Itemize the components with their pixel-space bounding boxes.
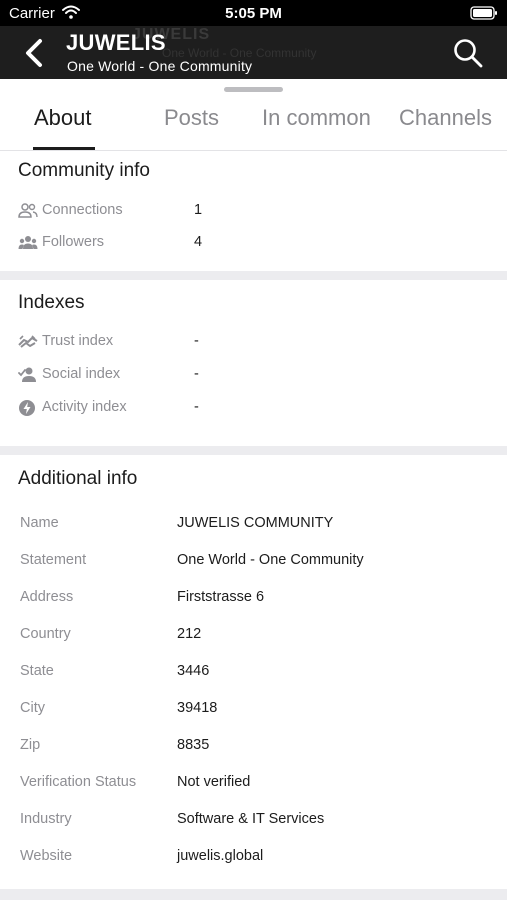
stat-row-trust-index: Trust index -	[18, 331, 318, 355]
tab-channels[interactable]: Channels	[399, 105, 492, 131]
index-value: -	[194, 366, 199, 382]
info-label: Industry	[20, 811, 72, 827]
stat-row-followers: Followers 4	[18, 232, 318, 256]
tab-in-common[interactable]: In common	[262, 105, 371, 131]
page-subtitle: One World - One Community	[67, 58, 253, 74]
info-value: Not verified	[177, 774, 251, 790]
info-row-state: State 3446	[20, 663, 500, 685]
stat-value: 1	[194, 202, 203, 218]
trust-handshake-icon	[18, 333, 38, 351]
active-tab-indicator	[33, 147, 95, 150]
info-value: Firststrasse 6	[177, 589, 265, 605]
indexes-title: Indexes	[18, 292, 85, 313]
community-info-title: Community info	[18, 160, 150, 181]
info-label: Zip	[20, 737, 41, 753]
info-label: State	[20, 663, 54, 679]
status-bar: Carrier 5:05 PM	[0, 0, 507, 26]
info-label: Name	[20, 515, 59, 531]
stat-value: 4	[194, 234, 203, 250]
info-row-country: Country 212	[20, 626, 500, 648]
tab-posts[interactable]: Posts	[164, 105, 219, 131]
website-link[interactable]: juwelis.global	[177, 848, 263, 864]
info-row-city: City 39418	[20, 700, 500, 722]
info-row-website: Website juwelis.global	[20, 848, 500, 870]
index-label: Social index	[42, 366, 121, 382]
index-label: Activity index	[42, 399, 127, 415]
index-value: -	[194, 399, 199, 415]
info-row-statement: Statement One World - One Community	[20, 552, 500, 574]
info-row-name: Name JUWELIS COMMUNITY	[20, 515, 500, 537]
info-row-verification-status: Verification Status Not verified	[20, 774, 500, 796]
followers-icon	[18, 234, 38, 252]
drag-handle[interactable]	[224, 87, 283, 92]
stat-label: Connections	[42, 202, 123, 218]
tab-bar: About Posts In common Channels	[0, 79, 507, 151]
chevron-left-icon	[26, 39, 42, 67]
info-value: One World - One Community	[177, 552, 364, 568]
info-value: Software & IT Services	[177, 811, 325, 827]
info-row-zip: Zip 8835	[20, 737, 500, 759]
info-label: Address	[20, 589, 74, 605]
back-button[interactable]	[18, 36, 52, 70]
info-label: Website	[20, 848, 73, 864]
info-value: JUWELIS COMMUNITY	[177, 515, 334, 531]
index-label: Trust index	[42, 333, 114, 349]
search-icon	[454, 39, 483, 68]
info-value: 3446	[177, 663, 210, 679]
info-row-address: Address Firststrasse 6	[20, 589, 500, 611]
section-divider	[0, 446, 507, 455]
page-title: JUWELIS	[66, 30, 166, 55]
additional-info-title: Additional info	[18, 468, 138, 489]
index-value: -	[194, 333, 199, 349]
status-time: 5:05 PM	[225, 5, 282, 22]
info-row-industry: Industry Software & IT Services	[20, 811, 500, 833]
stat-label: Followers	[42, 234, 105, 250]
info-label: Verification Status	[20, 774, 137, 790]
tab-about[interactable]: About	[34, 105, 92, 131]
connections-icon	[18, 202, 38, 220]
info-label: Country	[20, 626, 71, 642]
stat-row-connections: Connections 1	[18, 200, 318, 224]
stat-row-social-index: Social index -	[18, 364, 318, 388]
info-value: 212	[177, 626, 202, 642]
section-divider	[0, 889, 507, 900]
info-value: 8835	[177, 737, 210, 753]
info-label: Statement	[20, 552, 87, 568]
activity-bolt-icon	[18, 399, 38, 417]
stat-row-activity-index: Activity index -	[18, 397, 318, 421]
section-divider	[0, 271, 507, 280]
app-header: JUWELIS One World - One Community JUWELI…	[0, 26, 507, 79]
battery-icon	[470, 6, 498, 25]
info-label: City	[20, 700, 45, 716]
search-button[interactable]	[451, 36, 485, 70]
social-person-icon	[18, 366, 38, 384]
info-value: 39418	[177, 700, 218, 716]
